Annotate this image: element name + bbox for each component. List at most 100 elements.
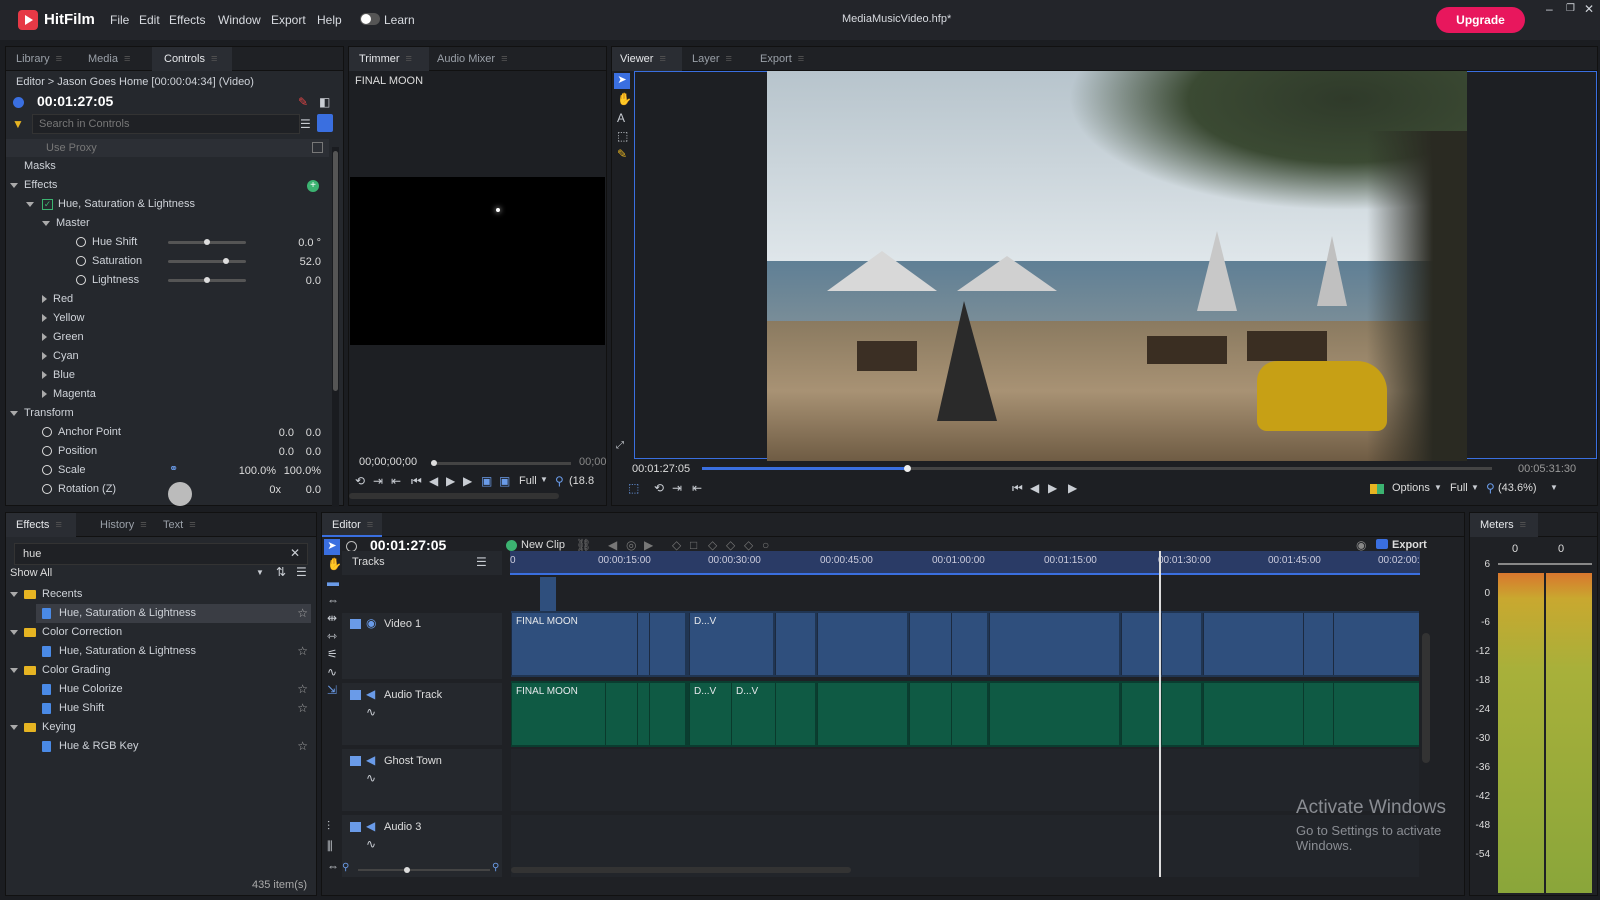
effects-filter-dropdown[interactable]: Show All <box>10 567 52 579</box>
add-effect-icon[interactable]: + <box>307 180 319 192</box>
rate-tool-icon[interactable]: ⚟ <box>327 647 338 661</box>
chevron-down-icon[interactable]: ▼ <box>1434 483 1442 492</box>
select-tool-icon[interactable]: ➤ <box>324 539 340 555</box>
tab-text[interactable]: Text <box>163 513 213 537</box>
video-clip[interactable] <box>1203 613 1303 675</box>
position-y[interactable]: 0.0 <box>291 446 321 458</box>
anchor-y[interactable]: 0.0 <box>291 427 321 439</box>
tab-media[interactable]: Media <box>88 47 148 71</box>
audio-clip[interactable]: D...V <box>689 683 731 745</box>
play-icon[interactable]: ▶ <box>463 474 472 488</box>
tab-editor[interactable]: Editor <box>322 513 382 537</box>
waveform-icon[interactable]: ∿ <box>366 771 376 785</box>
favorite-star-icon[interactable]: ☆ <box>297 682 308 696</box>
waveform-icon[interactable]: ∿ <box>366 837 376 851</box>
effects-group-color-grading[interactable]: Color Grading <box>10 661 110 680</box>
effects-item-recent-hsl[interactable]: Hue, Saturation & Lightness <box>42 604 196 623</box>
sort-icon[interactable]: ⇅ <box>276 565 286 579</box>
tab-export[interactable]: Export <box>760 47 820 71</box>
keyframe-icon[interactable] <box>42 465 52 476</box>
viewer-options-dropdown[interactable]: Options <box>1392 482 1430 494</box>
favorite-star-icon[interactable]: ☆ <box>297 739 308 753</box>
diamond-icon[interactable]: ◇ <box>672 538 681 552</box>
loop-icon[interactable]: ⟲ <box>654 481 664 495</box>
select-tool-icon[interactable]: ➤ <box>614 73 630 89</box>
timeline-hscroll[interactable] <box>511 867 851 873</box>
levels-icon[interactable]: ⫼ <box>327 839 333 854</box>
speaker-icon[interactable]: ◀ <box>366 819 375 833</box>
new-clip-button[interactable]: New Clip <box>521 539 565 551</box>
link-clips-icon[interactable]: ⛓ <box>576 538 591 552</box>
in-point-icon[interactable]: ⇥ <box>373 474 383 488</box>
step-back-icon[interactable]: ◀ <box>1030 481 1039 495</box>
keyframe-icon[interactable] <box>42 484 52 495</box>
clear-search-icon[interactable]: ✕ <box>290 546 300 560</box>
video-clip[interactable] <box>909 613 951 675</box>
marker-block[interactable] <box>540 577 556 611</box>
step-forward-icon[interactable]: ▶ <box>446 474 455 488</box>
video-clip[interactable] <box>1121 613 1161 675</box>
render-icon[interactable]: ◉ <box>1356 538 1366 552</box>
step-forward-icon[interactable]: ▶ <box>1048 481 1057 495</box>
square-icon[interactable]: □ <box>690 538 697 552</box>
text-tool-icon[interactable]: A <box>617 111 625 125</box>
color-group-red[interactable]: Red <box>42 290 73 309</box>
expand-icon[interactable]: ⤢ <box>616 440 624 451</box>
prev-keyframe-icon[interactable]: ◀ <box>608 538 617 552</box>
ripple-tool-icon[interactable]: ⇹ <box>327 611 337 625</box>
menu-file[interactable]: File <box>110 13 129 27</box>
insert-icon[interactable]: ▣ <box>481 474 492 488</box>
slip-tool-icon[interactable]: ⇔ <box>327 593 339 607</box>
video-clip[interactable] <box>649 613 685 675</box>
rotation-degrees[interactable]: 0.0 <box>291 484 321 496</box>
effects-item-hue-shift[interactable]: Hue Shift <box>42 699 104 718</box>
slice-tool-icon[interactable]: ▬ <box>327 575 339 589</box>
list-view-icon[interactable]: ☰ <box>300 117 311 131</box>
controls-search-input[interactable]: Search in Controls <box>32 114 300 134</box>
zoom-icon[interactable]: ⚲ <box>555 474 564 488</box>
video-clip[interactable] <box>989 613 1119 675</box>
tab-viewer[interactable]: Viewer <box>612 47 682 71</box>
overlay-icon[interactable]: ▣ <box>499 474 510 488</box>
upgrade-button[interactable]: Upgrade <box>1436 7 1525 33</box>
minimize-icon[interactable]: – <box>1546 2 1553 16</box>
viewer-quality-dropdown[interactable]: Full <box>1450 482 1468 494</box>
favorite-star-icon[interactable]: ☆ <box>297 701 308 715</box>
color-group-magenta[interactable]: Magenta <box>42 385 96 404</box>
learn-toggle[interactable] <box>360 13 380 25</box>
color-icon[interactable] <box>1370 484 1384 494</box>
slider-knob[interactable] <box>204 239 210 245</box>
eye-icon[interactable]: ◉ <box>366 616 376 630</box>
pen-icon[interactable]: ✎ <box>298 95 308 109</box>
slider-knob[interactable] <box>204 277 210 283</box>
timeline-vscroll[interactable] <box>1422 633 1430 763</box>
slider-knob[interactable] <box>222 258 229 264</box>
trimmer-quality-dropdown[interactable]: Full <box>519 475 537 487</box>
audio-clip[interactable] <box>775 683 815 745</box>
video-clip[interactable] <box>951 613 987 675</box>
loop-icon[interactable]: ⟲ <box>355 474 365 488</box>
effects-group-keying[interactable]: Keying <box>10 718 76 737</box>
effects-item-hue-rgb-key[interactable]: Hue & RGB Key <box>42 737 138 756</box>
audio-clip[interactable] <box>1303 683 1333 745</box>
trimmer-zoom[interactable]: (18.8 <box>569 475 594 487</box>
transform-group[interactable]: Transform <box>10 404 74 423</box>
rotation-dial[interactable] <box>168 482 192 506</box>
zoom-in-icon[interactable]: ⚲ <box>492 862 499 873</box>
step-back-icon[interactable]: ◀ <box>429 474 438 488</box>
effect-row[interactable]: ✓ Hue, Saturation & Lightness <box>26 195 195 214</box>
out-point-icon[interactable]: ⇤ <box>692 481 702 495</box>
video-clip[interactable] <box>817 613 907 675</box>
keyframe-icon[interactable] <box>76 237 86 248</box>
audio-clip[interactable] <box>649 683 685 745</box>
export-button[interactable]: Export <box>1392 539 1427 551</box>
saturation-value[interactable]: 52.0 <box>256 256 321 268</box>
video-clip[interactable] <box>775 613 815 675</box>
color-group-cyan[interactable]: Cyan <box>42 347 79 366</box>
chevron-down-icon[interactable]: ▼ <box>256 568 264 577</box>
audio-clip[interactable]: FINAL MOON <box>511 683 605 745</box>
menu-export[interactable]: Export <box>271 13 306 27</box>
video-clip[interactable] <box>637 613 649 675</box>
effects-group-color-correction[interactable]: Color Correction <box>10 623 122 642</box>
scrubber-handle[interactable] <box>904 465 912 472</box>
